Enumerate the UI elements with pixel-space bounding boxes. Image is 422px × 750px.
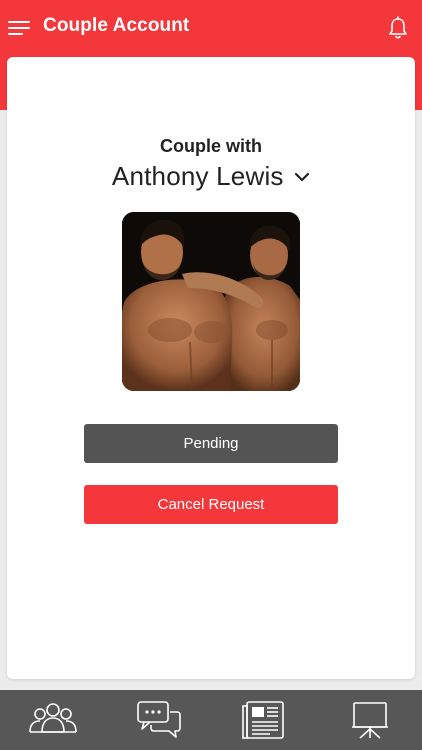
app-screen: Couple Account Couple with Anthony Lewis bbox=[0, 0, 422, 750]
bottom-tab-bar bbox=[0, 690, 422, 750]
partner-selector[interactable]: Anthony Lewis bbox=[7, 161, 415, 192]
couple-photo bbox=[122, 212, 300, 391]
pending-button[interactable]: Pending bbox=[84, 424, 338, 463]
chevron-down-icon bbox=[294, 170, 310, 188]
people-group-icon[interactable] bbox=[25, 698, 81, 742]
chat-bubbles-icon[interactable] bbox=[130, 698, 186, 742]
partner-name: Anthony Lewis bbox=[111, 161, 284, 191]
couple-with-heading: Couple with bbox=[160, 136, 262, 156]
presentation-board-icon[interactable] bbox=[342, 698, 398, 742]
newspaper-icon[interactable] bbox=[236, 698, 292, 742]
page-title: Couple Account bbox=[43, 15, 190, 36]
bell-icon[interactable] bbox=[388, 16, 408, 40]
hamburger-menu-icon[interactable] bbox=[8, 18, 32, 38]
couple-card: Couple with Anthony Lewis Pending Cancel… bbox=[7, 57, 415, 679]
cancel-request-button[interactable]: Cancel Request bbox=[84, 485, 338, 524]
